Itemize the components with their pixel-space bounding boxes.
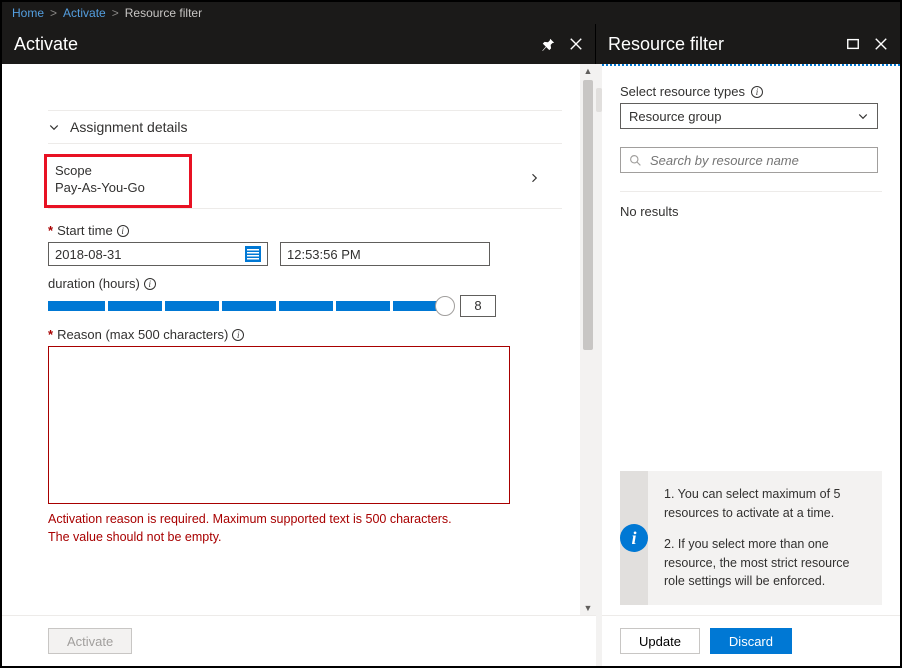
info-icon[interactable]: i (232, 329, 244, 341)
duration-slider[interactable] (48, 300, 448, 312)
search-icon (629, 154, 642, 167)
divider (620, 191, 882, 192)
blade-title-resource-filter: Resource filter (608, 34, 724, 55)
chevron-down-icon (48, 121, 60, 133)
required-indicator: * (48, 327, 53, 342)
info-icon: i (620, 524, 648, 552)
scope-value: Pay-As-You-Go (55, 180, 181, 195)
reason-textarea[interactable] (48, 346, 510, 504)
start-time-input[interactable]: 12:53:56 PM (280, 242, 490, 266)
resource-types-value: Resource group (629, 109, 722, 124)
reason-error: Activation reason is required. Maximum s… (48, 511, 562, 546)
breadcrumb-separator: > (50, 6, 57, 20)
start-time-label: * Start time i (48, 223, 562, 238)
blade-header-activate: Activate (2, 24, 596, 64)
chevron-down-icon (857, 110, 869, 122)
pin-icon[interactable] (541, 37, 555, 51)
scrollbar[interactable]: ▲ ▼ (580, 64, 596, 615)
no-results-text: No results (620, 204, 882, 219)
calendar-icon[interactable] (245, 246, 261, 262)
scope-highlight: Scope Pay-As-You-Go (44, 154, 192, 208)
breadcrumb-activate[interactable]: Activate (63, 6, 106, 20)
slider-thumb[interactable] (435, 296, 455, 316)
info-icon[interactable]: i (144, 278, 156, 290)
start-date-input[interactable]: 2018-08-31 (48, 242, 268, 266)
resource-types-label: Select resource types i (620, 84, 882, 99)
start-date-value: 2018-08-31 (55, 247, 122, 262)
breadcrumb: Home > Activate > Resource filter (2, 2, 900, 24)
info-icon[interactable]: i (117, 225, 129, 237)
section-title: Assignment details (70, 119, 188, 135)
resource-search-input[interactable] (620, 147, 878, 173)
update-button[interactable]: Update (620, 628, 700, 654)
close-icon[interactable] (569, 37, 583, 51)
scroll-down-icon[interactable]: ▼ (580, 603, 596, 613)
section-assignment-details[interactable]: Assignment details (48, 110, 562, 144)
search-field[interactable] (648, 152, 869, 169)
close-icon[interactable] (874, 37, 888, 51)
chevron-right-icon[interactable] (528, 172, 540, 184)
activate-button[interactable]: Activate (48, 628, 132, 654)
breadcrumb-home[interactable]: Home (12, 6, 44, 20)
start-time-value: 12:53:56 PM (287, 247, 361, 262)
required-indicator: * (48, 223, 53, 238)
info-tip-1: 1. You can select maximum of 5 resources… (664, 485, 866, 523)
duration-label: duration (hours) i (48, 276, 562, 291)
breadcrumb-separator: > (112, 6, 119, 20)
info-tip-2: 2. If you select more than one resource,… (664, 535, 866, 591)
breadcrumb-current: Resource filter (125, 6, 202, 20)
reason-label: * Reason (max 500 characters) i (48, 327, 562, 342)
scroll-up-icon[interactable]: ▲ (580, 66, 596, 76)
resource-types-select[interactable]: Resource group (620, 103, 878, 129)
blade-header-resource-filter: Resource filter (596, 24, 900, 64)
scope-label: Scope (55, 163, 181, 178)
duration-value[interactable]: 8 (460, 295, 496, 317)
info-banner: i 1. You can select maximum of 5 resourc… (620, 471, 882, 605)
discard-button[interactable]: Discard (710, 628, 792, 654)
maximize-icon[interactable] (846, 37, 860, 51)
blade-title-activate: Activate (14, 34, 78, 55)
info-icon[interactable]: i (751, 86, 763, 98)
